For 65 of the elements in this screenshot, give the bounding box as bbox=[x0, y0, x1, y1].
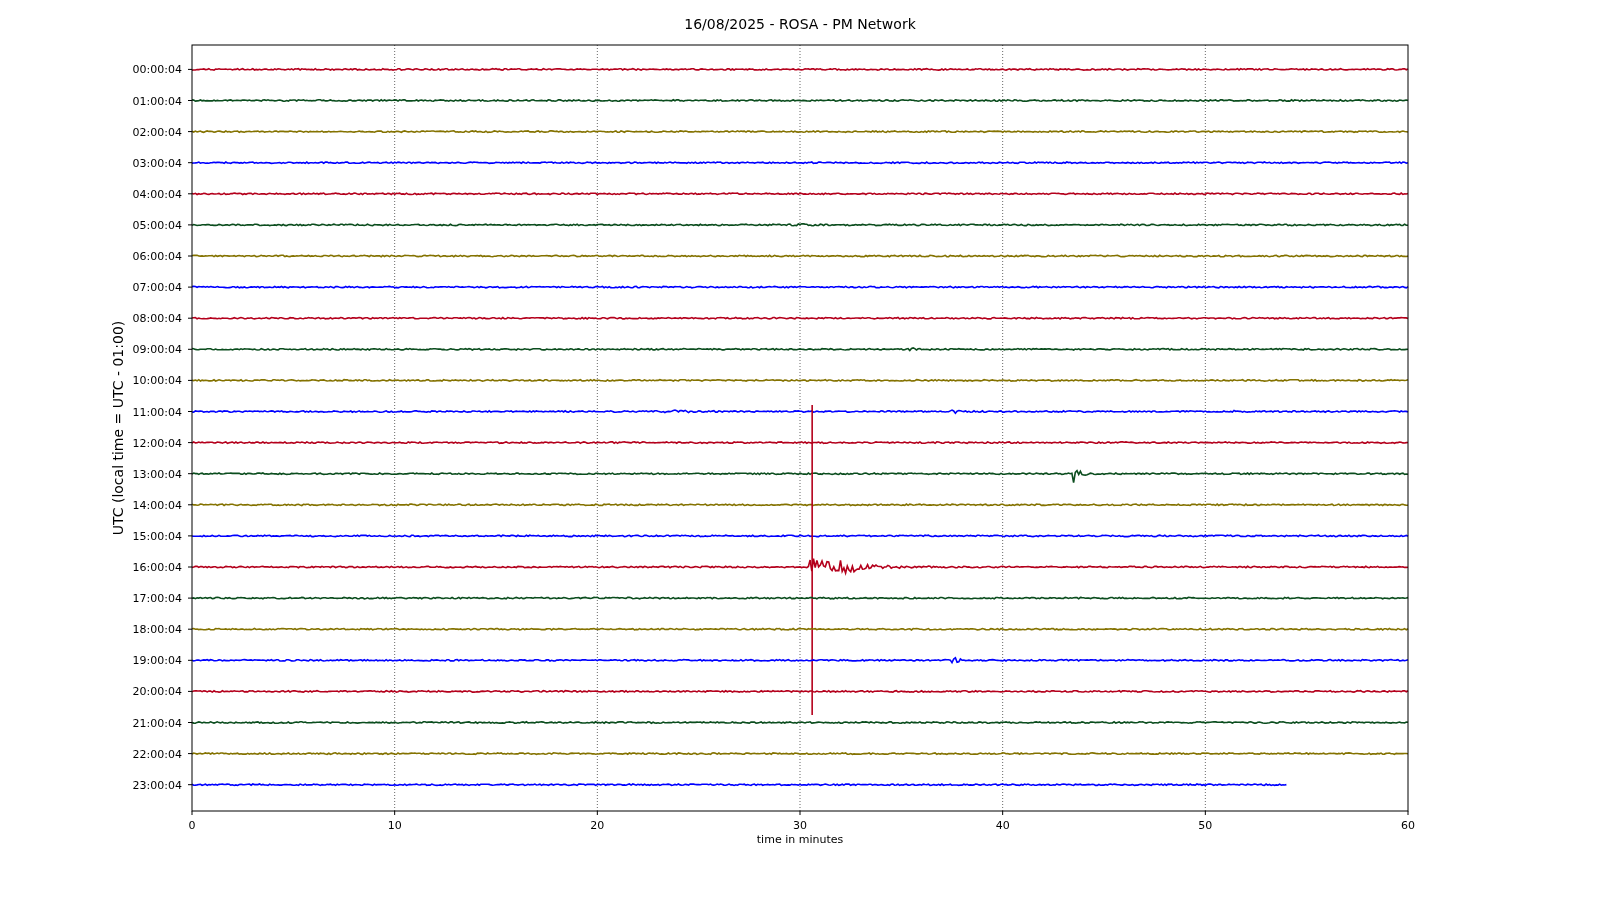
tick-mark bbox=[1002, 810, 1004, 816]
row-time-label: 08:00:04 bbox=[132, 312, 182, 326]
tick-mark bbox=[187, 224, 193, 226]
x-tick-label: 10 bbox=[387, 819, 402, 832]
tick-mark bbox=[187, 317, 193, 319]
row-time-label: 12:00:04 bbox=[132, 436, 182, 450]
tick-mark bbox=[187, 473, 193, 475]
tick-mark bbox=[394, 810, 396, 816]
tick-mark bbox=[187, 722, 193, 723]
row-time-label: 21:00:04 bbox=[132, 716, 182, 730]
row-time-label: 00:00:04 bbox=[132, 63, 182, 77]
tick-mark bbox=[187, 286, 193, 288]
tick-mark bbox=[187, 442, 193, 444]
tick-mark bbox=[187, 597, 193, 599]
x-tick-label: 0 bbox=[188, 819, 196, 832]
row-time-label: 01:00:04 bbox=[132, 94, 182, 108]
chart-title: 16/08/2025 - ROSA - PM Network bbox=[684, 16, 916, 32]
row-time-label: 05:00:04 bbox=[132, 218, 182, 232]
row-time-label: 11:00:04 bbox=[132, 405, 182, 419]
x-tick-label: 50 bbox=[1198, 819, 1213, 832]
x-tick-label: 40 bbox=[995, 819, 1010, 832]
tick-mark bbox=[187, 255, 193, 257]
tick-mark bbox=[1407, 810, 1409, 816]
x-tick-label: 20 bbox=[590, 819, 605, 832]
x-tick-label: 60 bbox=[1401, 819, 1415, 832]
row-time-label: 13:00:04 bbox=[132, 467, 182, 481]
tick-mark bbox=[187, 504, 193, 506]
row-time-label: 04:00:04 bbox=[132, 187, 182, 201]
tick-mark bbox=[187, 753, 193, 755]
row-time-label: 15:00:04 bbox=[132, 529, 182, 543]
row-time-label: 07:00:04 bbox=[132, 281, 182, 295]
row-time-label: 03:00:04 bbox=[132, 156, 182, 170]
row-time-label: 20:00:04 bbox=[132, 685, 182, 699]
tick-mark bbox=[187, 68, 193, 70]
tick-mark bbox=[799, 810, 801, 816]
tick-mark bbox=[187, 784, 193, 786]
row-time-label: 19:00:04 bbox=[132, 654, 182, 668]
tick-mark bbox=[187, 162, 193, 164]
tick-mark bbox=[1204, 810, 1206, 816]
row-time-label: 09:00:04 bbox=[132, 343, 182, 357]
row-time-label: 10:00:04 bbox=[132, 374, 182, 388]
x-tick-label: 30 bbox=[793, 819, 807, 832]
row-time-label: 06:00:04 bbox=[132, 250, 182, 263]
tick-mark bbox=[191, 810, 193, 816]
tick-mark bbox=[187, 100, 193, 101]
tick-mark bbox=[187, 348, 193, 350]
tick-mark bbox=[187, 379, 193, 381]
row-time-label: 17:00:04 bbox=[132, 592, 182, 606]
row-time-label: 16:00:04 bbox=[132, 561, 182, 574]
row-time-label: 02:00:04 bbox=[132, 125, 182, 139]
row-time-label: 18:00:04 bbox=[132, 623, 182, 637]
tick-mark bbox=[187, 535, 193, 537]
tick-mark bbox=[187, 411, 193, 412]
tick-mark bbox=[187, 628, 193, 630]
y-axis-label: UTC (local time = UTC - 01:00) bbox=[110, 320, 126, 536]
tick-mark bbox=[187, 566, 193, 568]
row-time-label: 22:00:04 bbox=[132, 747, 182, 761]
tick-mark bbox=[187, 659, 193, 661]
x-axis-label: time in minutes bbox=[756, 833, 844, 846]
row-time-label: 23:00:04 bbox=[132, 778, 182, 792]
row-time-label: 14:00:04 bbox=[132, 498, 182, 512]
tick-mark bbox=[187, 193, 193, 195]
tick-mark bbox=[187, 131, 193, 133]
tick-mark bbox=[596, 810, 598, 816]
tick-mark bbox=[187, 690, 193, 692]
